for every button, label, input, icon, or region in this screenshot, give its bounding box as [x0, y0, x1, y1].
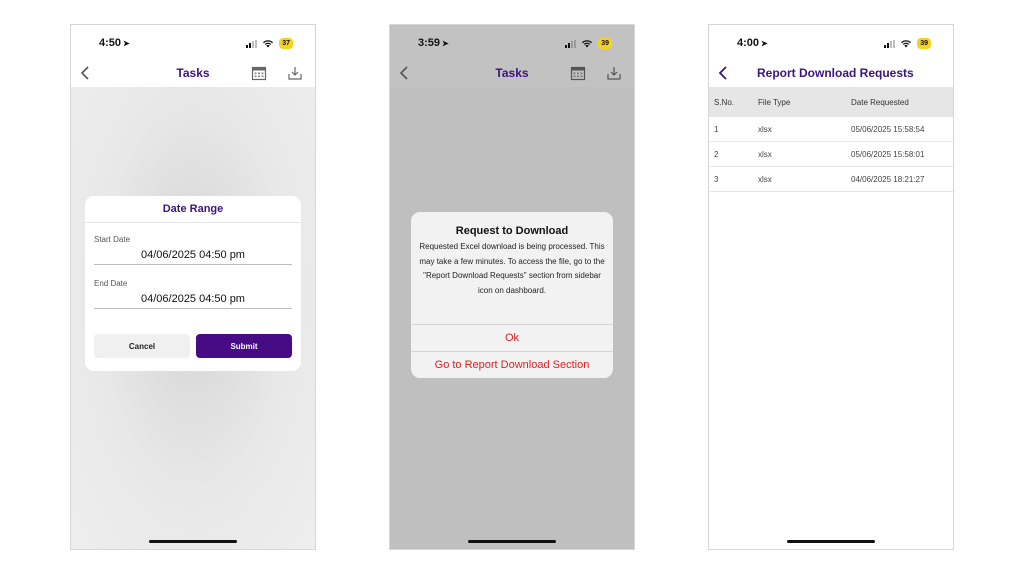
calendar-icon[interactable] [570, 65, 586, 81]
wifi-icon [263, 40, 274, 48]
date-range-dialog: Date Range Start Date 04/06/2025 04:50 p… [85, 196, 301, 371]
cell-file-type: xlsx [758, 174, 772, 184]
home-indicator [149, 540, 237, 543]
download-icon[interactable] [287, 65, 303, 81]
table-row[interactable]: 2 xlsx 05/06/2025 15:58:01 [709, 142, 953, 167]
cell-sno: 1 [714, 124, 719, 134]
wifi-icon [582, 40, 593, 48]
wifi-icon [901, 40, 912, 48]
cell-date-requested: 05/06/2025 15:58:01 [851, 149, 925, 159]
report-requests-table: S.No. File Type Date Requested 1 xlsx 05… [709, 87, 953, 192]
cell-file-type: xlsx [758, 149, 772, 159]
phone-screen-report-requests: 4:00 ➤ 39 Report Download Requests S.No. … [708, 24, 954, 550]
status-time: 4:50 ➤ [99, 37, 130, 49]
status-time: 3:59 ➤ [418, 37, 449, 49]
cancel-button[interactable]: Cancel [94, 334, 190, 358]
column-header-file-type: File Type [758, 97, 791, 107]
page-title: Report Download Requests [757, 66, 914, 80]
table-row[interactable]: 1 xlsx 05/06/2025 15:58:54 [709, 117, 953, 142]
start-date-field[interactable]: 04/06/2025 04:50 pm [94, 249, 292, 265]
back-chevron-icon[interactable] [716, 65, 732, 81]
download-request-alert: Request to Download Requested Excel down… [411, 212, 613, 378]
cellular-signal-icon [246, 39, 258, 48]
dialog-title: Date Range [85, 196, 301, 223]
cellular-signal-icon [565, 39, 577, 48]
home-indicator [468, 540, 556, 543]
home-indicator [787, 540, 875, 543]
cell-sno: 2 [714, 149, 719, 159]
page-title: Tasks [176, 66, 210, 80]
status-bar: 4:50 ➤ 37 [71, 25, 315, 61]
table-row[interactable]: 3 xlsx 04/06/2025 18:21:27 [709, 167, 953, 192]
phone-screen-download-alert: 3:59 ➤ 39 Tasks Request to Download Reque… [389, 24, 635, 550]
table-header: S.No. File Type Date Requested [709, 87, 953, 117]
status-bar: 4:00 ➤ 39 [709, 25, 953, 61]
cellular-signal-icon [884, 39, 896, 48]
nav-bar: Tasks [390, 61, 634, 87]
alert-title: Request to Download [455, 225, 569, 237]
submit-button[interactable]: Submit [196, 334, 292, 358]
cell-sno: 3 [714, 174, 719, 184]
location-arrow-icon: ➤ [761, 39, 768, 48]
status-time: 4:00 ➤ [737, 37, 768, 49]
start-date-label: Start Date [94, 235, 131, 244]
page-title: Tasks [495, 66, 529, 80]
nav-bar: Report Download Requests [709, 61, 953, 87]
calendar-icon[interactable] [251, 65, 267, 81]
battery-icon: 39 [917, 38, 931, 49]
phone-screen-date-range: 4:50 ➤ 37 Tasks Date Range Start Date 04/… [70, 24, 316, 550]
column-header-date-requested: Date Requested [851, 97, 909, 107]
column-header-sno: S.No. [714, 97, 735, 107]
cell-date-requested: 05/06/2025 15:58:54 [851, 124, 925, 134]
cell-file-type: xlsx [758, 124, 772, 134]
battery-icon: 37 [279, 38, 293, 49]
status-bar: 3:59 ➤ 39 [390, 25, 634, 61]
end-date-label: End Date [94, 279, 128, 288]
go-to-report-download-button[interactable]: Go to Report Download Section [411, 351, 613, 378]
end-date-field[interactable]: 04/06/2025 04:50 pm [94, 293, 292, 309]
location-arrow-icon: ➤ [442, 39, 449, 48]
location-arrow-icon: ➤ [123, 39, 130, 48]
ok-button[interactable]: Ok [411, 324, 613, 351]
cell-date-requested: 04/06/2025 18:21:27 [851, 174, 925, 184]
nav-bar: Tasks [71, 61, 315, 87]
alert-message: Requested Excel download is being proces… [419, 242, 605, 295]
download-icon[interactable] [606, 65, 622, 81]
battery-icon: 39 [598, 38, 612, 49]
